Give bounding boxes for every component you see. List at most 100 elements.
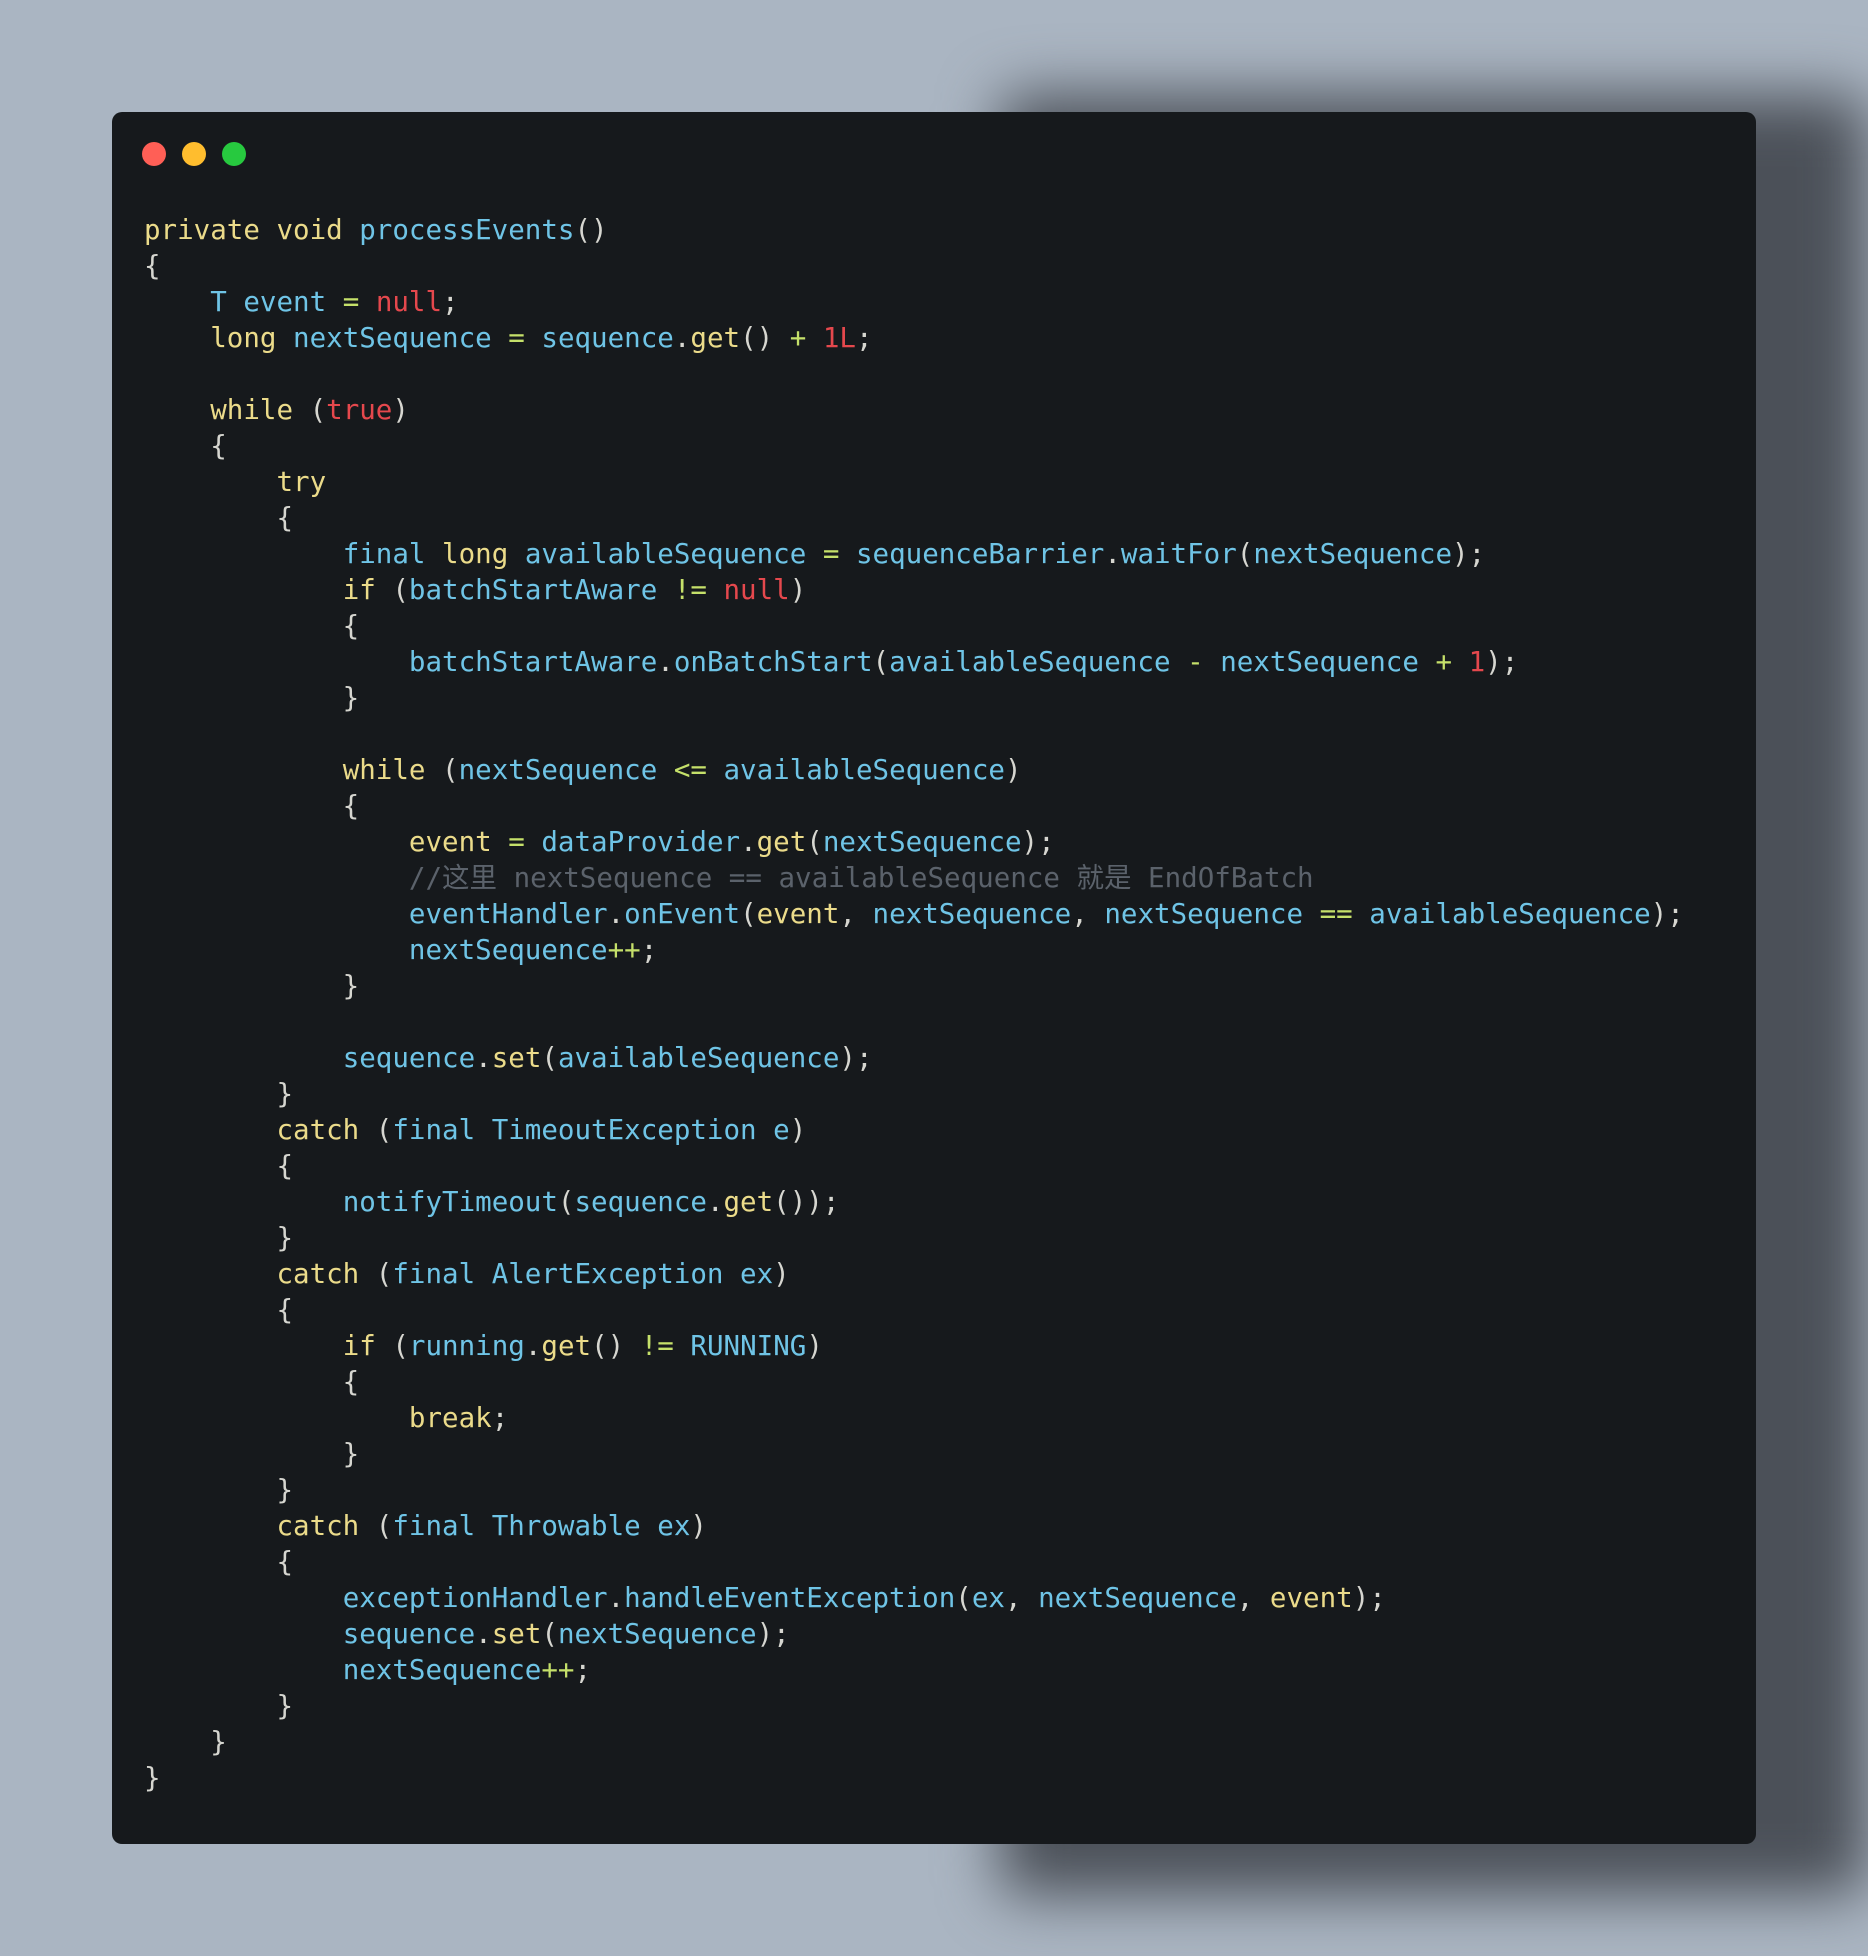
code-token-literal: true xyxy=(326,394,393,426)
code-line: } xyxy=(144,1724,1684,1760)
minimize-light-icon[interactable] xyxy=(182,142,206,166)
code-token-keyword: long xyxy=(210,322,294,354)
code-line: while (nextSequence <= availableSequence… xyxy=(144,752,1684,788)
code-line: long nextSequence = sequence.get() + 1L; xyxy=(144,320,1684,356)
code-token-plain: ) xyxy=(1004,754,1022,786)
code-token-identifier: nextSequence xyxy=(342,1654,542,1686)
code-token-identifier: RUNNING xyxy=(690,1330,807,1362)
code-line: { xyxy=(144,1292,1684,1328)
code-token-keyword: catch xyxy=(276,1258,376,1290)
code-line: } xyxy=(144,1472,1684,1508)
code-token-plain: { xyxy=(144,250,161,282)
code-token-plain: ( xyxy=(442,754,459,786)
code-token-identifier: nextSequence xyxy=(1104,898,1320,930)
code-token-operator: + xyxy=(789,322,823,354)
code-line: batchStartAware.onBatchStart(availableSe… xyxy=(144,644,1684,680)
code-token-plain: } xyxy=(144,1474,294,1506)
code-token-plain: } xyxy=(144,970,360,1002)
code-line: } xyxy=(144,1760,1684,1796)
code-line: sequence.set(nextSequence); xyxy=(144,1616,1684,1652)
code-token-plain: } xyxy=(144,1078,294,1110)
code-line: } xyxy=(144,968,1684,1004)
code-line: while (true) xyxy=(144,392,1684,428)
code-token-identifier: running xyxy=(408,1330,525,1362)
code-line: } xyxy=(144,680,1684,716)
code-token-keyword: if xyxy=(342,1330,393,1362)
code-token-identifier: batchStartAware xyxy=(408,646,658,678)
code-token-plain: ( xyxy=(806,826,823,858)
code-token-plain: ); xyxy=(1352,1582,1386,1614)
code-token-plain: { xyxy=(144,610,360,642)
code-token-plain: ( xyxy=(955,1582,972,1614)
code-line: break; xyxy=(144,1400,1684,1436)
code-token-keyword: if xyxy=(342,574,393,606)
code-line: catch (final TimeoutException e) xyxy=(144,1112,1684,1148)
code-token-literal: null xyxy=(723,574,790,606)
code-token-operator: == xyxy=(1319,898,1370,930)
code-token-plain: ); xyxy=(756,1618,790,1650)
code-token-plain: () xyxy=(740,322,790,354)
code-token-identifier: nextSequence xyxy=(822,826,1022,858)
code-token-operator: = xyxy=(508,322,542,354)
code-token-keyword: try xyxy=(276,466,327,498)
code-token-plain: ); xyxy=(839,1042,873,1074)
close-light-icon[interactable] xyxy=(142,142,166,166)
code-line: notifyTimeout(sequence.get()); xyxy=(144,1184,1684,1220)
code-token-identifier: sequence xyxy=(342,1618,476,1650)
code-line: if (batchStartAware != null) xyxy=(144,572,1684,608)
code-token-identifier: processEvents xyxy=(359,214,575,246)
code-token-identifier: eventHandler xyxy=(408,898,608,930)
code-token-plain: ; xyxy=(491,1402,509,1434)
code-token-keyword: catch xyxy=(276,1114,376,1146)
code-token-operator: != xyxy=(640,1330,691,1362)
code-token-keyword: long xyxy=(442,538,525,570)
code-token-keyword: catch xyxy=(276,1510,376,1542)
code-token-plain: . xyxy=(706,1186,724,1218)
code-window: private void processEvents(){ T event = … xyxy=(112,112,1756,1844)
code-token-plain: . xyxy=(475,1618,492,1650)
code-token-plain: () xyxy=(591,1330,641,1362)
code-token-plain: , xyxy=(1236,1582,1270,1614)
code-token-plain: ( xyxy=(557,1186,575,1218)
code-line: } xyxy=(144,1436,1684,1472)
code-token-identifier: availableSequence xyxy=(524,538,823,570)
code-token-plain: ( xyxy=(1236,538,1254,570)
code-token-keyword: get xyxy=(756,826,807,858)
code-token-identifier: ex xyxy=(971,1582,1005,1614)
code-line: { xyxy=(144,1148,1684,1184)
code-token-identifier: onBatchStart xyxy=(673,646,873,678)
code-token-literal: 1L xyxy=(822,322,856,354)
code-token-identifier: final TimeoutException e xyxy=(392,1114,790,1146)
code-token-identifier: nextSequence xyxy=(458,754,674,786)
code-line: } xyxy=(144,1688,1684,1724)
code-token-operator: + xyxy=(1435,646,1469,678)
code-token-identifier: sequenceBarrier xyxy=(855,538,1105,570)
code-token-identifier: notifyTimeout xyxy=(342,1186,558,1218)
code-line: { xyxy=(144,1544,1684,1580)
code-token-plain: ) xyxy=(773,1258,790,1290)
code-line: { xyxy=(144,1364,1684,1400)
code-token-plain: { xyxy=(144,1150,294,1182)
code-token-plain: ) xyxy=(789,1114,807,1146)
code-token-identifier: nextSequence xyxy=(1253,538,1453,570)
code-token-identifier: nextSequence xyxy=(1038,1582,1237,1614)
code-token-keyword: get xyxy=(723,1186,774,1218)
code-token-plain: ( xyxy=(740,898,757,930)
code-token-plain: { xyxy=(144,430,227,462)
maximize-light-icon[interactable] xyxy=(222,142,246,166)
code-token-operator: = xyxy=(508,826,542,858)
